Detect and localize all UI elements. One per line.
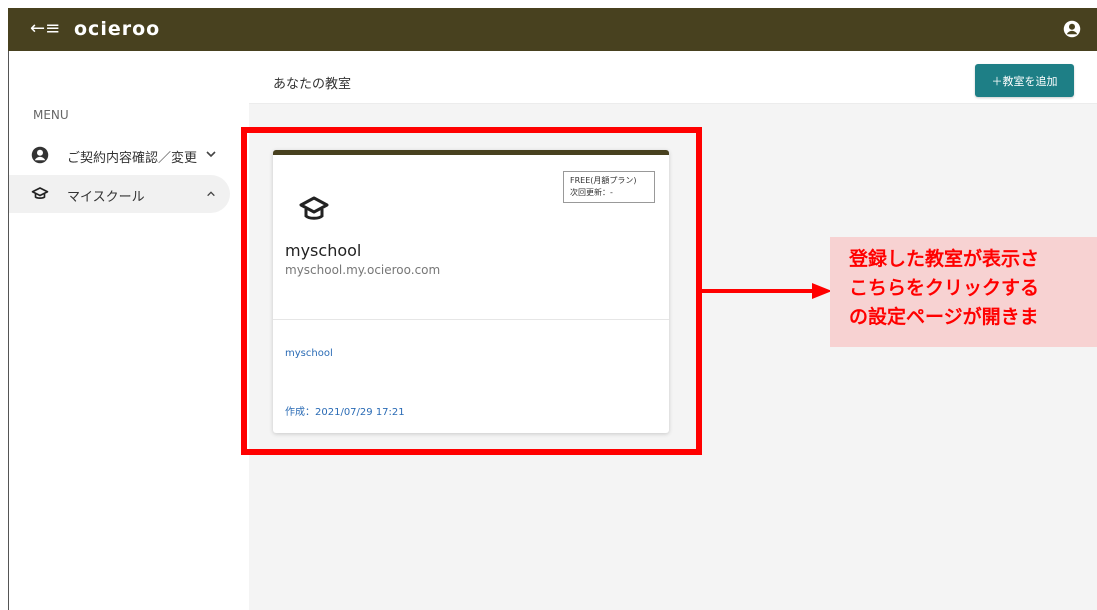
arrow-right-icon <box>702 283 832 299</box>
graduation-cap-icon <box>31 187 49 199</box>
callout-line: こちらをクリックする <box>849 277 1040 299</box>
highlight-box <box>241 127 702 455</box>
chevron-up-icon[interactable] <box>206 189 216 199</box>
page-header: あなたの教室 ＋教室を追加 <box>249 51 1097 104</box>
top-app-bar: ←≡ ocieroo <box>8 8 1097 51</box>
sidebar-item-label: ご契約内容確認／変更 <box>67 151 198 166</box>
callout-line: の設定ページが開きま <box>849 306 1039 328</box>
sidebar-item-label: マイスクール <box>67 190 145 205</box>
account-circle-icon <box>31 146 49 164</box>
menu-title: MENU <box>33 108 69 122</box>
sidebar: MENU ご契約内容確認／変更 マイスクール <box>9 51 249 610</box>
account-circle-icon[interactable] <box>1063 20 1081 38</box>
collapse-menu-icon[interactable]: ←≡ <box>30 18 60 40</box>
add-classroom-button[interactable]: ＋教室を追加 <box>975 64 1074 97</box>
callout-line: 登録した教室が表示さ <box>849 248 1040 270</box>
sidebar-item-myschool[interactable]: マイスクール <box>9 175 230 213</box>
sidebar-item-contract[interactable]: ご契約内容確認／変更 <box>9 136 230 174</box>
app-logo[interactable]: ocieroo <box>74 18 160 40</box>
page-title: あなたの教室 <box>273 77 352 92</box>
annotation-callout: 登録した教室が表示さ こちらをクリックする の設定ページが開きま <box>830 237 1097 347</box>
chevron-down-icon[interactable] <box>205 148 217 160</box>
